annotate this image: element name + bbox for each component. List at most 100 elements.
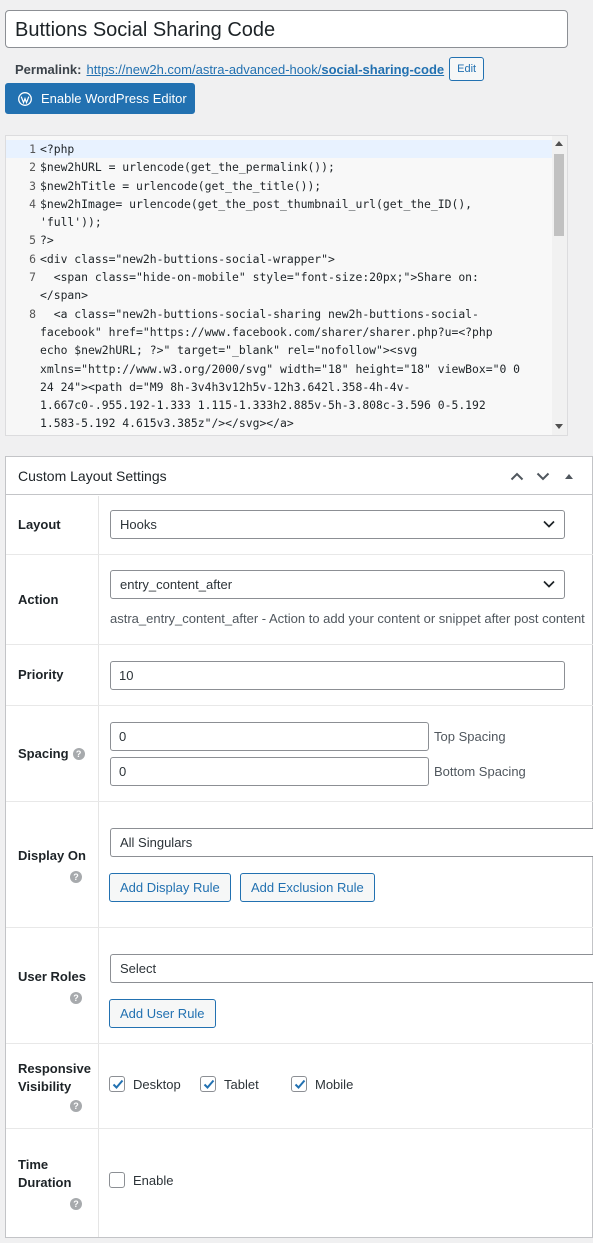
add-user-rule-button[interactable]: Add User Rule: [109, 999, 216, 1028]
code-lines[interactable]: 1 <?php 2 $new2hURL = urlencode(get_the_per…: [6, 140, 552, 433]
bottom-spacing-label: Bottom Spacing: [434, 764, 526, 779]
code-text[interactable]: 'full'));: [40, 213, 102, 231]
action-description: astra_entry_content_after - Action to ad…: [110, 611, 585, 626]
code-line[interactable]: 3 $new2hTitle = urlencode(get_the_title()…: [6, 177, 552, 195]
desktop-checkbox[interactable]: Desktop: [109, 1076, 181, 1092]
code-text[interactable]: </span>: [40, 286, 88, 304]
scroll-thumb[interactable]: [554, 154, 564, 236]
permalink-link[interactable]: https://new2h.com/astra-advanced-hook/so…: [86, 62, 444, 77]
code-text[interactable]: $new2hURL = urlencode(get_the_permalink(…: [40, 158, 335, 176]
action-row: Action entry_content_after astra_entry_c…: [6, 555, 593, 645]
code-line[interactable]: 1.583-5.192 4.615v3.385z"/></svg></a>: [6, 414, 552, 432]
enable-checkbox-box[interactable]: [109, 1172, 125, 1188]
mobile-checkbox-box[interactable]: [291, 1076, 307, 1092]
code-text[interactable]: $new2hImage= urlencode(get_the_post_thum…: [40, 195, 472, 213]
mobile-checkbox[interactable]: Mobile: [291, 1076, 353, 1092]
user-roles-label: User Roles: [18, 968, 86, 984]
checkmark-icon: [112, 1079, 124, 1089]
enable-wordpress-editor-button[interactable]: Enable WordPress Editor: [5, 83, 195, 114]
priority-row: Priority 10: [6, 645, 593, 706]
help-icon[interactable]: ?: [72, 748, 85, 761]
code-text[interactable]: 1.583-5.192 4.615v3.385z"/></svg></a>: [40, 414, 294, 432]
desktop-checkbox-box[interactable]: [109, 1076, 125, 1092]
code-line[interactable]: echo $new2hURL; ?>" target="_blank" rel=…: [6, 341, 552, 359]
triangle-up-icon[interactable]: [558, 465, 580, 487]
chevron-down-icon[interactable]: [532, 465, 554, 487]
line-number: 3: [29, 178, 36, 193]
tablet-checkbox-box[interactable]: [200, 1076, 216, 1092]
display-on-select-value: All Singulars: [120, 835, 193, 850]
code-line[interactable]: facebook" href="https://www.facebook.com…: [6, 323, 552, 341]
code-line[interactable]: 6 <div class="new2h-buttions-social-wrapp…: [6, 250, 552, 268]
top-spacing-input[interactable]: 0: [110, 722, 429, 751]
time-duration-row: Time Duration ? Enable: [6, 1129, 593, 1237]
code-text[interactable]: 24 24"><path d="M9 8h-3v4h3v12h5v-12h3.6…: [40, 378, 410, 396]
enable-label: Enable: [133, 1172, 174, 1188]
display-on-row: Display On ? All Singulars Add Display R…: [6, 802, 593, 928]
layout-select[interactable]: Hooks: [110, 510, 565, 539]
code-text[interactable]: 1.667c0-.955.192-1.333 1.115-1.333h2.885…: [40, 396, 486, 414]
edit-permalink-button[interactable]: Edit: [449, 57, 485, 81]
desktop-label: Desktop: [133, 1076, 181, 1092]
code-text[interactable]: facebook" href="https://www.facebook.com…: [40, 323, 493, 341]
code-line[interactable]: 5 ?>: [6, 231, 552, 249]
metabox-title: Custom Layout Settings: [18, 467, 167, 484]
code-text[interactable]: echo $new2hURL; ?>" target="_blank" rel=…: [40, 341, 417, 359]
help-icon[interactable]: ?: [70, 1198, 82, 1210]
post-title-input[interactable]: Buttions Social Sharing Code: [5, 10, 568, 48]
scroll-up-arrow-icon[interactable]: [555, 141, 563, 146]
user-roles-row: User Roles ? Select Add User Rule: [6, 928, 593, 1044]
line-number: [6, 378, 40, 396]
code-line[interactable]: 7 <span class="hide-on-mobile" style="fo…: [6, 268, 552, 286]
code-line[interactable]: 2 $new2hURL = urlencode(get_the_permalink…: [6, 158, 552, 176]
checkmark-icon: [294, 1079, 306, 1089]
code-text[interactable]: xmlns="http://www.w3.org/2000/svg" width…: [40, 360, 520, 378]
add-exclusion-rule-button[interactable]: Add Exclusion Rule: [240, 873, 375, 902]
chevron-down-icon: [543, 520, 555, 528]
line-number: [6, 360, 40, 378]
tablet-label: Tablet: [224, 1076, 259, 1092]
code-line[interactable]: 8 <a class="new2h-buttions-social-sharin…: [6, 305, 552, 323]
line-number: 6: [29, 251, 36, 266]
code-text[interactable]: ?>: [40, 231, 54, 249]
code-text[interactable]: <?php: [40, 140, 74, 158]
display-on-select[interactable]: All Singulars: [110, 828, 593, 857]
permalink-base[interactable]: https://new2h.com/astra-advanced-hook/: [86, 62, 321, 77]
code-line[interactable]: xmlns="http://www.w3.org/2000/svg" width…: [6, 360, 552, 378]
checkmark-icon: [203, 1079, 215, 1089]
bottom-spacing-input[interactable]: 0: [110, 757, 429, 786]
code-text[interactable]: <div class="new2h-buttions-social-wrappe…: [40, 250, 335, 268]
code-line[interactable]: 24 24"><path d="M9 8h-3v4h3v12h5v-12h3.6…: [6, 378, 552, 396]
permalink-slug[interactable]: social-sharing-code: [321, 62, 444, 77]
scroll-down-arrow-icon[interactable]: [555, 424, 563, 429]
code-line[interactable]: 1 <?php: [6, 140, 552, 159]
code-text[interactable]: <span class="hide-on-mobile" style="font…: [40, 268, 479, 286]
help-icon[interactable]: ?: [70, 991, 82, 1004]
code-text[interactable]: $new2hTitle = urlencode(get_the_title())…: [40, 177, 321, 195]
code-editor[interactable]: 1 <?php 2 $new2hURL = urlencode(get_the_per…: [5, 135, 568, 436]
chevron-up-icon[interactable]: [506, 465, 528, 487]
code-editor-scrollbar[interactable]: [552, 136, 567, 435]
code-line[interactable]: </span>: [6, 286, 552, 304]
action-select[interactable]: entry_content_after: [110, 570, 565, 599]
help-icon[interactable]: ?: [70, 1100, 82, 1112]
help-icon[interactable]: ?: [70, 870, 82, 883]
tablet-checkbox[interactable]: Tablet: [200, 1076, 259, 1092]
enable-time-duration-checkbox[interactable]: Enable: [109, 1172, 173, 1188]
metabox-header: Custom Layout Settings: [6, 457, 592, 495]
priority-input[interactable]: 10: [110, 661, 565, 690]
permalink-label: Permalink:: [15, 61, 82, 77]
line-number: [6, 323, 40, 341]
line-number: 7: [29, 270, 36, 285]
line-number: [6, 414, 40, 432]
mobile-label: Mobile: [315, 1076, 354, 1092]
user-roles-select-value: Select: [120, 961, 157, 976]
code-line[interactable]: 4 $new2hImage= urlencode(get_the_post_thu…: [6, 195, 552, 213]
user-roles-select[interactable]: Select: [110, 954, 593, 983]
code-text[interactable]: <a class="new2h-buttions-social-sharing …: [40, 305, 479, 323]
add-display-rule-button[interactable]: Add Display Rule: [109, 873, 231, 902]
code-line[interactable]: 1.667c0-.955.192-1.333 1.115-1.333h2.885…: [6, 396, 552, 414]
code-line[interactable]: 'full'));: [6, 213, 552, 231]
responsive-visibility-row: Responsive Visibility ? Desktop Tablet M…: [6, 1044, 593, 1129]
custom-layout-settings-metabox: Custom Layout Settings Layout Hooks Acti…: [5, 456, 593, 1238]
